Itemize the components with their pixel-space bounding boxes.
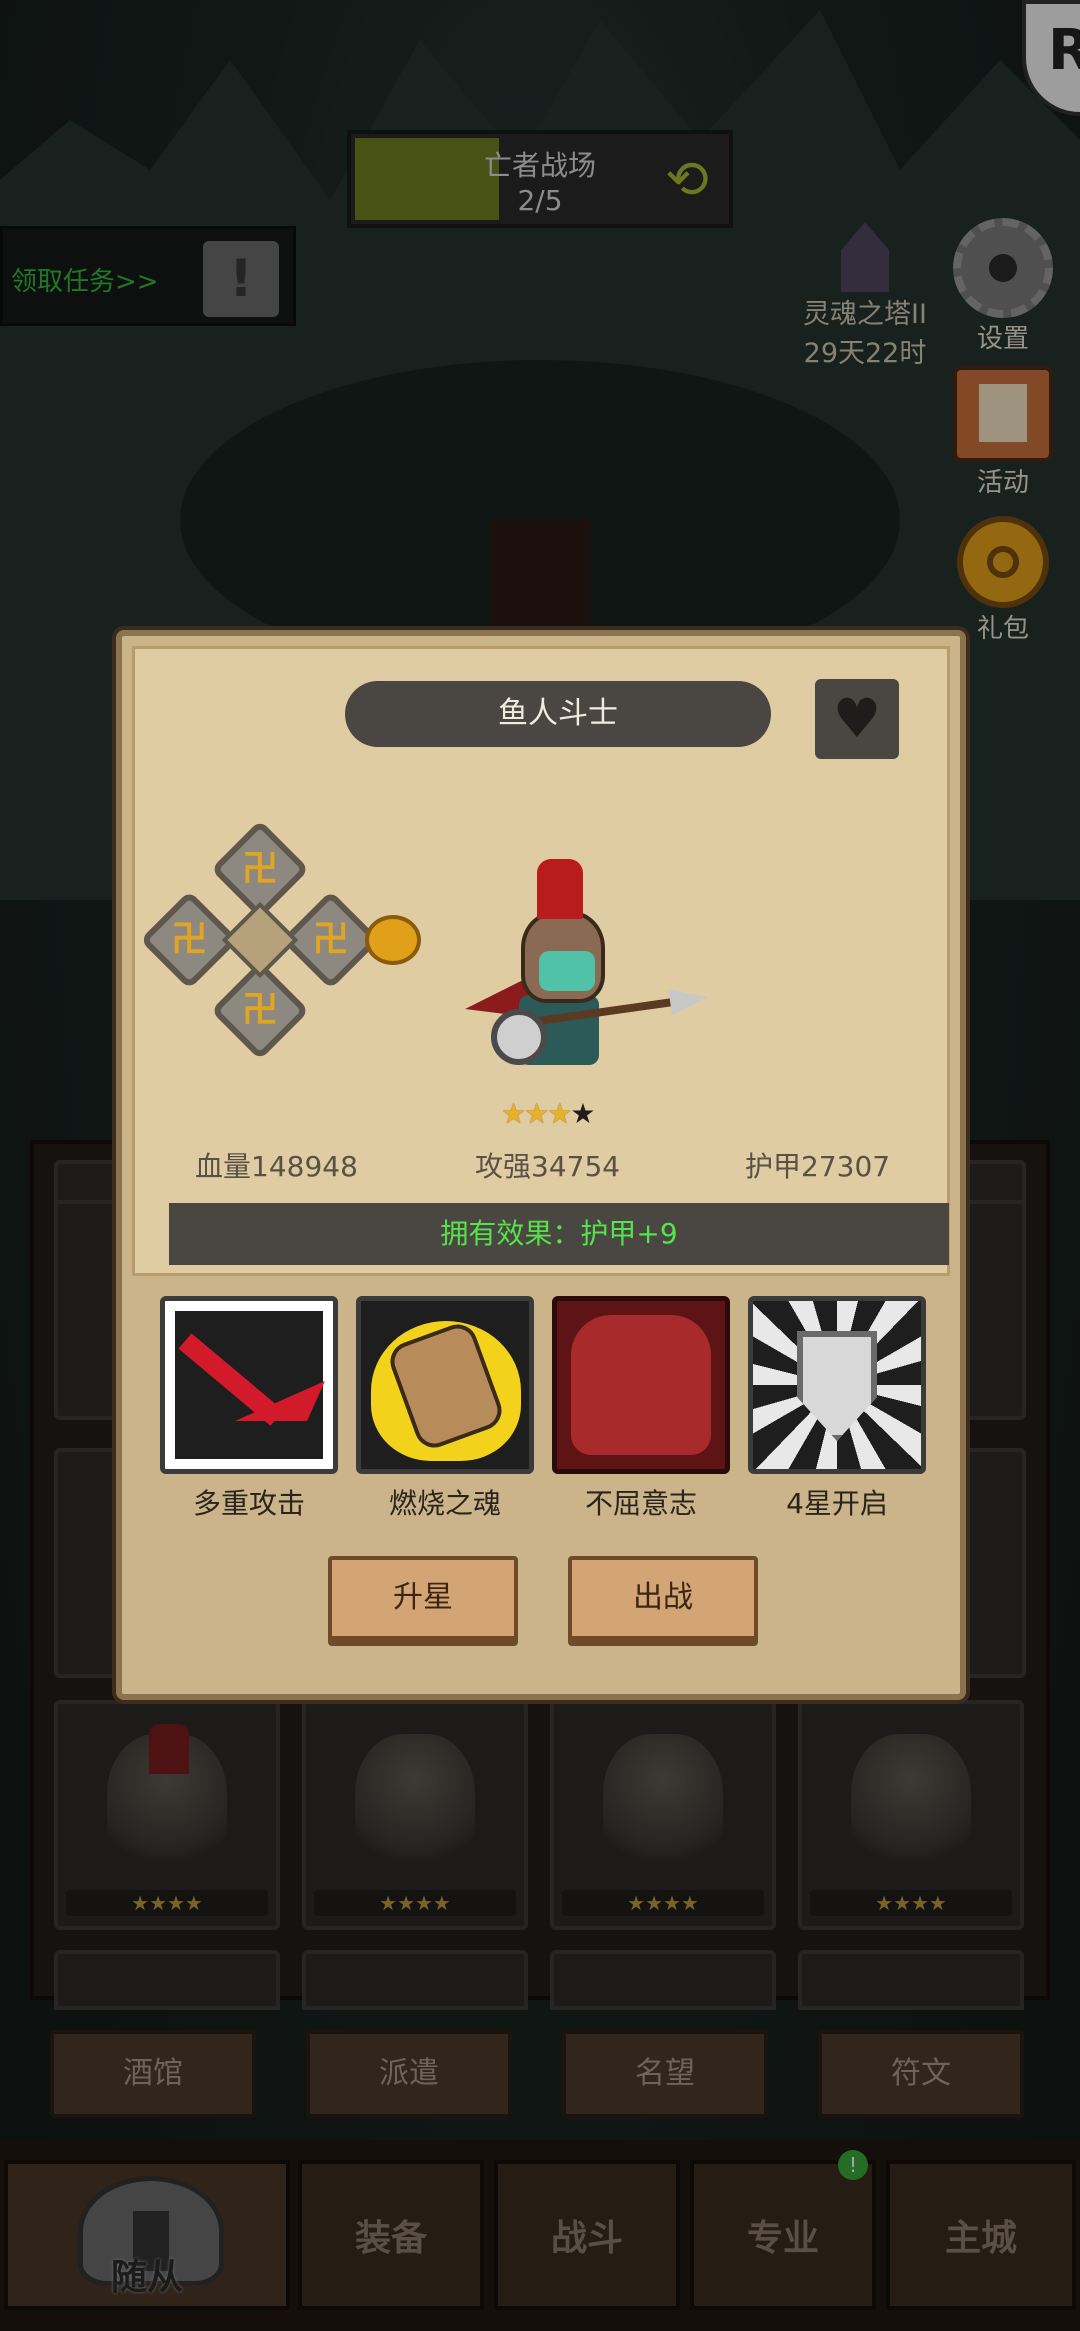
star-icon: ★ bbox=[501, 1097, 526, 1130]
skill-label: 4星开启 bbox=[786, 1487, 888, 1520]
hp-stat: 血量148948 bbox=[195, 1150, 358, 1183]
star-icon: ★ bbox=[547, 1097, 572, 1130]
skill-label: 不屈意志 bbox=[584, 1487, 697, 1520]
rune-glyph: 卍 bbox=[241, 989, 278, 1031]
follower-portrait bbox=[455, 859, 675, 1089]
burning-soul-icon bbox=[356, 1296, 534, 1474]
follower-detail-dialog: 鱼人斗士 ♥ 卍 卍 卍 卍 ★★★★ 血量148948 攻强34754 护甲2… bbox=[116, 630, 966, 1700]
rune-glyph: 卍 bbox=[171, 919, 208, 960]
upgrade-star-button[interactable]: 升星 bbox=[328, 1556, 518, 1640]
skill-burning-soul[interactable]: 燃烧之魂 bbox=[356, 1296, 534, 1522]
deploy-button[interactable]: 出战 bbox=[568, 1556, 758, 1640]
fist-icon bbox=[552, 1296, 730, 1474]
rune-glyph: 卍 bbox=[241, 848, 278, 890]
star-icon: ★ bbox=[524, 1097, 549, 1130]
star-rating: ★★★★ bbox=[501, 1097, 595, 1130]
follower-info-panel: 鱼人斗士 ♥ 卍 卍 卍 卍 ★★★★ 血量148948 攻强34754 护甲2… bbox=[132, 646, 950, 1276]
rune-center bbox=[221, 901, 299, 979]
coin-icon bbox=[365, 915, 421, 965]
follower-name: 鱼人斗士 bbox=[345, 681, 771, 747]
shield-icon bbox=[748, 1296, 926, 1474]
star-empty-icon: ★ bbox=[570, 1097, 595, 1130]
rune-icon[interactable]: 卍 卍 卍 卍 bbox=[139, 819, 381, 1061]
attack-stat: 攻强34754 bbox=[475, 1150, 621, 1183]
rune-glyph: 卍 bbox=[312, 919, 349, 960]
multi-attack-icon bbox=[160, 1296, 338, 1474]
armor-stat: 护甲27307 bbox=[745, 1150, 891, 1183]
heart-icon[interactable]: ♥ bbox=[815, 679, 899, 759]
owned-effect: 拥有效果：护甲+9 bbox=[169, 1203, 949, 1265]
skill-locked-4star[interactable]: 4星开启 bbox=[748, 1296, 926, 1522]
skill-label: 多重攻击 bbox=[192, 1487, 305, 1520]
skill-label: 燃烧之魂 bbox=[388, 1487, 501, 1520]
skill-multi-attack[interactable]: 多重攻击 bbox=[160, 1296, 338, 1522]
skill-unyielding-will[interactable]: 不屈意志 bbox=[552, 1296, 730, 1522]
